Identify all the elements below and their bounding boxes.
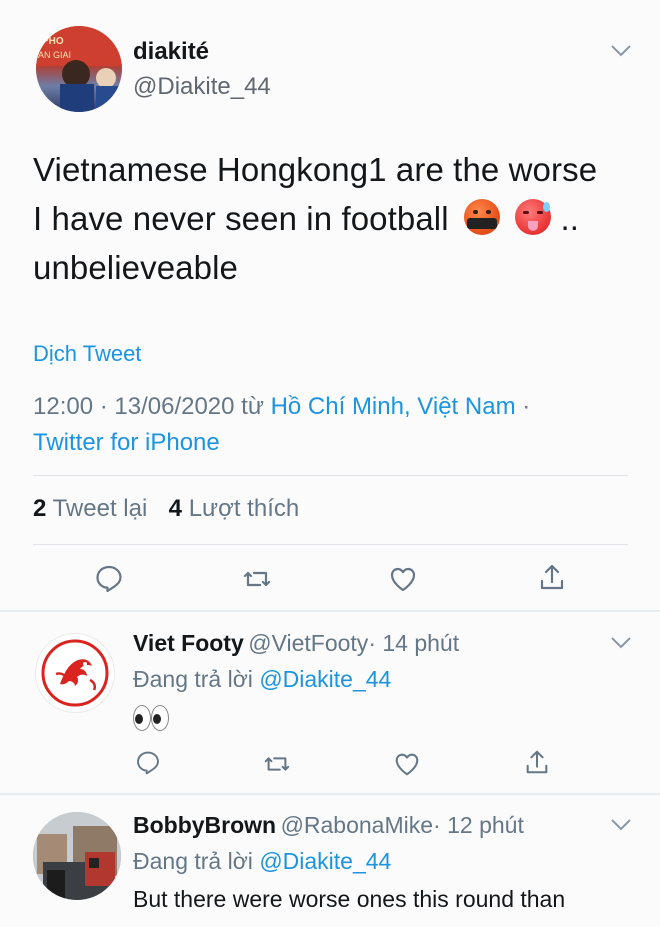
retweet-icon[interactable]: [263, 750, 291, 778]
tweet-timestamp: 12:00 · 13/06/2020 từ: [33, 393, 264, 420]
angry-cursing-face-icon: [463, 199, 500, 235]
divider-stats: [33, 544, 628, 545]
reply-icon[interactable]: [94, 564, 124, 594]
svg-text:AN GIAI: AN GIAI: [38, 50, 71, 60]
reply-icon[interactable]: [135, 750, 161, 776]
avatar-photo: [33, 812, 121, 900]
tweet-source-link[interactable]: Twitter for iPhone: [33, 429, 220, 456]
reply-2-display-name[interactable]: BobbyBrown: [133, 812, 276, 838]
share-icon[interactable]: [537, 562, 567, 592]
tweet-meta: 12:00 · 13/06/2020 từ Hồ Chí Minh, Việt …: [33, 389, 643, 461]
like-stat[interactable]: 4 Lượt thích: [169, 495, 300, 522]
retweet-count: 2: [33, 495, 47, 522]
eyes-icon: [133, 705, 169, 731]
like-label: Lượt thích: [188, 495, 300, 522]
like-count: 4: [168, 495, 183, 522]
author-handle[interactable]: @Diakite_44: [133, 73, 271, 101]
svg-text:PHO: PHO: [42, 36, 64, 47]
retweet-icon[interactable]: [242, 564, 272, 594]
reply-2-text: But there were worse ones this round tha…: [133, 886, 566, 912]
hot-face-icon: [515, 199, 552, 235]
like-icon[interactable]: [393, 750, 421, 778]
reply-1-header: Viet Footy @VietFooty· 14 phút: [133, 630, 459, 657]
reply-2-replying-to: Đang trả lời @Diakite_44: [133, 848, 391, 875]
translate-tweet-link[interactable]: Dịch Tweet: [33, 341, 141, 367]
reply-2-handle[interactable]: @RabonaMike: [281, 812, 433, 838]
avatar-photo: PHO AN GIAI: [36, 26, 122, 112]
author-display-name[interactable]: diakité: [133, 38, 209, 66]
tweet-text-line-3: unbelieveable: [33, 249, 238, 286]
reply-1-handle[interactable]: @VietFooty: [248, 630, 368, 656]
viet-footy-logo: [39, 637, 111, 709]
meta-separator: ·: [522, 393, 531, 420]
reply-2-avatar[interactable]: [33, 812, 121, 900]
chevron-down-icon[interactable]: [610, 44, 632, 58]
retweet-label: Tweet lại: [52, 495, 148, 522]
tweet-text-line-1: Vietnamese Hongkong1 are the worse: [33, 151, 598, 188]
share-icon[interactable]: [523, 748, 551, 776]
author-avatar[interactable]: PHO AN GIAI: [36, 26, 122, 112]
tweet-location-link[interactable]: Hồ Chí Minh, Việt Nam: [271, 393, 516, 420]
reply-1-replying-to: Đang trả lời @Diakite_44: [133, 666, 391, 693]
tweet-text-ellipsis: ..: [560, 200, 580, 237]
reply-1-display-name[interactable]: Viet Footy: [133, 630, 244, 656]
chevron-down-icon[interactable]: [610, 636, 632, 650]
tweet-detail-page: PHO AN GIAI diakité @Diakite_44 Vietname…: [0, 0, 660, 927]
reply-2-time: · 12 phút: [433, 812, 524, 838]
reply-2-header: BobbyBrown @RabonaMike· 12 phút: [133, 812, 524, 839]
tweet-text-line-2: I have never seen in football ..: [33, 194, 643, 243]
reply-2-replying-prefix: Đang trả lời: [133, 848, 253, 874]
reply-1-time: · 14 phút: [368, 630, 460, 656]
reply-2-mention-link[interactable]: @Diakite_44: [259, 848, 391, 874]
chevron-down-icon[interactable]: [610, 818, 632, 832]
tweet-text-line-2-content: I have never seen in football: [33, 200, 449, 237]
reply-1-mention-link[interactable]: @Diakite_44: [259, 666, 391, 692]
tweet-stats: 2 Tweet lại 4 Lượt thích: [33, 495, 299, 523]
like-icon[interactable]: [388, 564, 418, 594]
reply-1-avatar[interactable]: [35, 633, 115, 713]
divider-actions: [0, 610, 660, 612]
retweet-stat[interactable]: 2 Tweet lại: [33, 495, 154, 522]
divider-meta: [33, 475, 628, 476]
reply-1-replying-prefix: Đang trả lời: [133, 666, 253, 692]
tweet-text: Vietnamese Hongkong1 are the worse I hav…: [33, 145, 643, 292]
reply-1-text: 👀: [133, 705, 169, 735]
divider-reply-1: [0, 793, 660, 795]
